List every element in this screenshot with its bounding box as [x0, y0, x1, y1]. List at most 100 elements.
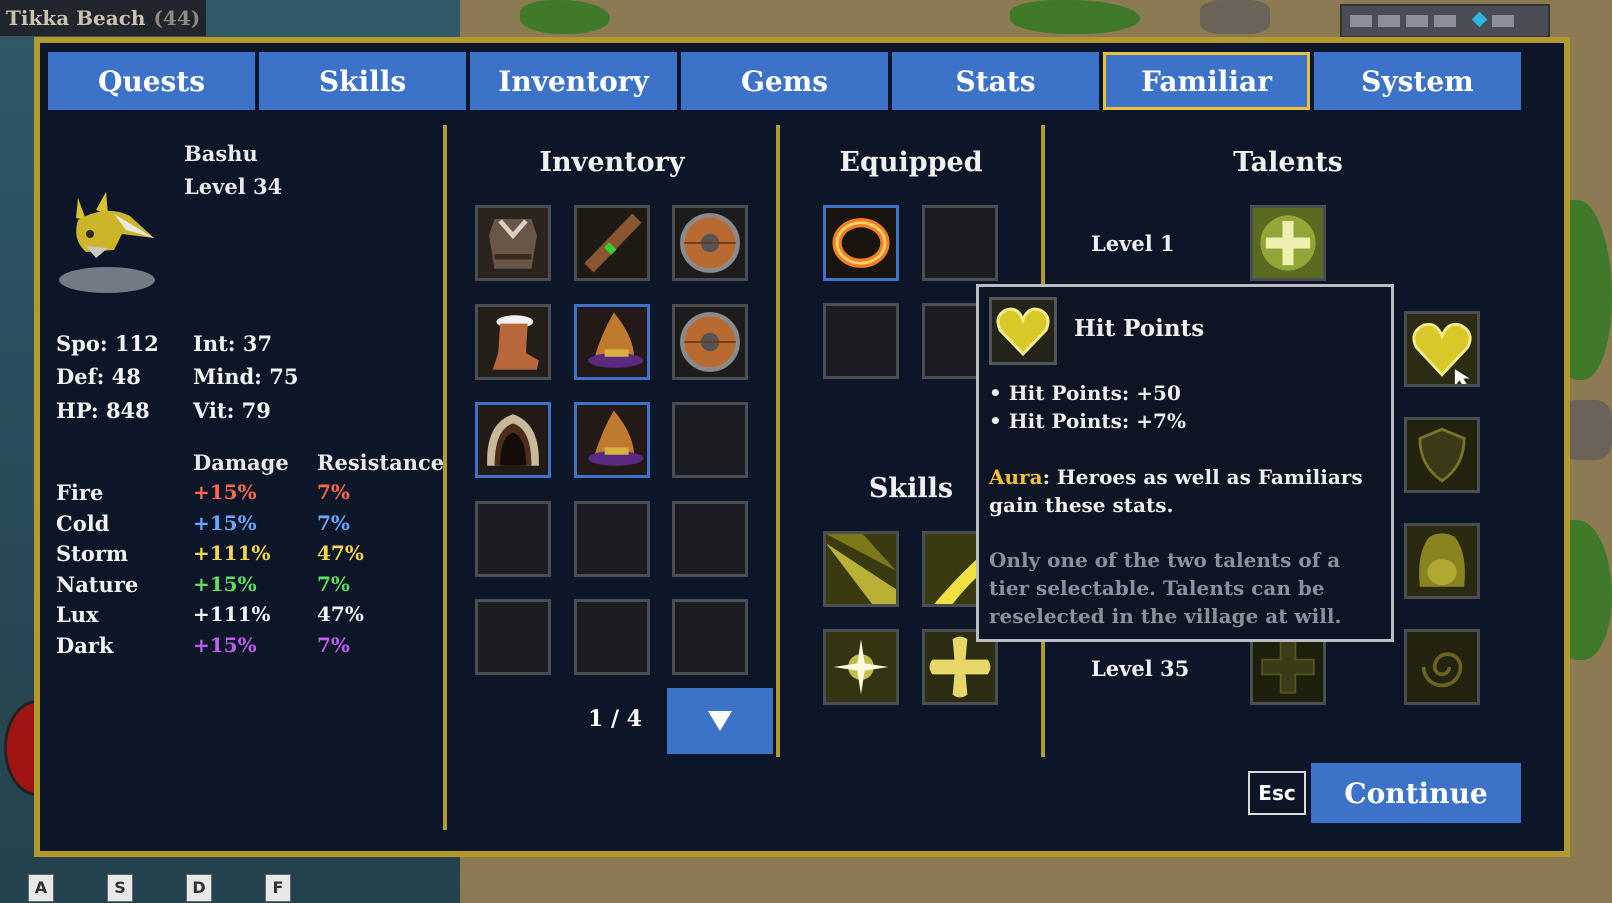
cross-icon [1253, 632, 1323, 702]
tab-gems[interactable]: Gems [681, 52, 888, 110]
resistance-value: 7% [317, 510, 350, 535]
tab-quests[interactable]: Quests [48, 52, 255, 110]
inventory-slot-empty[interactable] [573, 500, 650, 577]
equipped-title: Equipped [839, 147, 983, 178]
talent-slot[interactable] [1404, 417, 1480, 493]
column-divider [776, 125, 780, 757]
equipped-slot-empty[interactable] [922, 205, 998, 281]
inventory-slot-empty[interactable] [672, 500, 748, 577]
equipped-slot-ring[interactable] [823, 205, 899, 281]
minimap-room [1350, 15, 1372, 27]
tab-familiar[interactable]: Familiar [1103, 52, 1310, 110]
holy-cross-icon [925, 632, 995, 702]
familiar-level: Level 34 [184, 174, 283, 199]
skills-title: Skills [868, 473, 954, 504]
player-marker-icon [1471, 11, 1488, 28]
element-name: Lux [56, 602, 99, 627]
inventory-slot-empty[interactable] [475, 599, 551, 675]
inventory-slot[interactable] [573, 402, 650, 478]
healing-cross-icon [1253, 208, 1323, 278]
round-shield-icon [675, 208, 745, 278]
damage-value: +15% [193, 480, 257, 504]
zone-name: Tikka Beach [6, 6, 146, 30]
damage-value: +15% [193, 571, 257, 596]
minimap-room [1378, 15, 1400, 27]
element-name: Storm [56, 541, 129, 566]
page-indicator: 1 / 4 [588, 706, 642, 732]
hood-icon [478, 405, 548, 475]
element-name: Dark [56, 632, 114, 658]
inventory-title: Inventory [539, 147, 685, 178]
inventory-slot-empty[interactable] [475, 500, 551, 577]
element-name: Nature [56, 571, 139, 597]
hotkey-d[interactable]: D [186, 874, 212, 902]
inventory-slot-empty[interactable] [672, 402, 748, 478]
heart-icon [1407, 314, 1477, 384]
minimap[interactable] [1340, 4, 1550, 38]
foliage [1010, 0, 1140, 34]
talent-slot[interactable] [1404, 523, 1480, 599]
talent-level-label: Level 35 [1091, 656, 1190, 681]
boot-icon [478, 306, 548, 377]
zone-label: Tikka Beach (44) [0, 0, 207, 36]
damage-header: Damage [193, 450, 289, 475]
skill-slot[interactable] [823, 531, 899, 607]
damage-value: +15% [193, 510, 257, 535]
inventory-slot[interactable] [573, 303, 650, 380]
skill-slot[interactable] [823, 629, 899, 705]
inventory-slot-empty[interactable] [672, 599, 748, 675]
resistance-header: Resistance [317, 450, 445, 475]
tab-stats[interactable]: Stats [892, 52, 1099, 110]
equipped-slot-empty[interactable] [823, 303, 899, 379]
swirl-icon [1407, 632, 1477, 702]
wizard-hat-icon [576, 405, 647, 475]
foliage [520, 0, 610, 34]
inventory-slot[interactable] [475, 205, 551, 281]
talent-level-label: Level 1 [1091, 231, 1175, 256]
talent-slot[interactable] [1404, 629, 1480, 705]
light-rays-icon [826, 534, 896, 604]
down-arrow-icon [708, 711, 732, 731]
hotkey-f[interactable]: F [265, 874, 291, 902]
stat-def: Def: 48 [56, 364, 141, 389]
round-shield-icon [675, 306, 745, 377]
hotkey-s[interactable]: S [107, 874, 133, 902]
tooltip-aura: Aura: Heroes as well as Familiars gain t… [989, 463, 1381, 519]
menu-tabs: Quests Skills Inventory Gems Stats Famil… [48, 52, 1521, 110]
inventory-slot[interactable] [573, 205, 650, 281]
aura-keyword: Aura [989, 465, 1043, 489]
stat-spo: Spo: 112 [56, 331, 159, 356]
inventory-slot[interactable] [672, 303, 748, 380]
resistance-value: 47% [317, 541, 364, 565]
damage-value: +111% [193, 602, 271, 626]
continue-button[interactable]: Continue [1311, 763, 1521, 823]
stat-vit: Vit: 79 [193, 398, 271, 423]
inventory-slot[interactable] [672, 205, 748, 281]
talents-title: Talents [1233, 147, 1343, 178]
damage-value: +111% [193, 541, 271, 565]
talent-slot[interactable] [1250, 205, 1326, 281]
fur-armor-icon [478, 208, 548, 278]
ring-icon [826, 208, 896, 278]
aura-text: : Heroes as well as Familiars gain these… [989, 465, 1363, 517]
resistance-value: 7% [317, 571, 350, 596]
hotkey-a[interactable]: A [28, 874, 54, 902]
inventory-slot[interactable] [475, 303, 551, 380]
element-name: Fire [56, 480, 104, 505]
damage-value: +15% [193, 632, 257, 657]
stat-mind: Mind: 75 [193, 364, 299, 389]
inventory-slot-empty[interactable] [573, 599, 650, 675]
familiar-name: Bashu [184, 141, 258, 166]
tooltip-note: Only one of the two talents of a tier se… [989, 548, 1342, 628]
tab-inventory[interactable]: Inventory [470, 52, 677, 110]
talent-slot-hit-points[interactable] [1404, 311, 1480, 387]
inventory-slot[interactable] [475, 402, 551, 478]
tab-system[interactable]: System [1314, 52, 1521, 110]
minimap-room [1406, 15, 1428, 27]
page-down-button[interactable] [667, 688, 773, 754]
tooltip-title: Hit Points [1074, 315, 1205, 342]
esc-button[interactable]: Esc [1248, 771, 1306, 815]
rock [1200, 0, 1270, 34]
tab-skills[interactable]: Skills [259, 52, 466, 110]
minimap-room [1434, 15, 1456, 27]
